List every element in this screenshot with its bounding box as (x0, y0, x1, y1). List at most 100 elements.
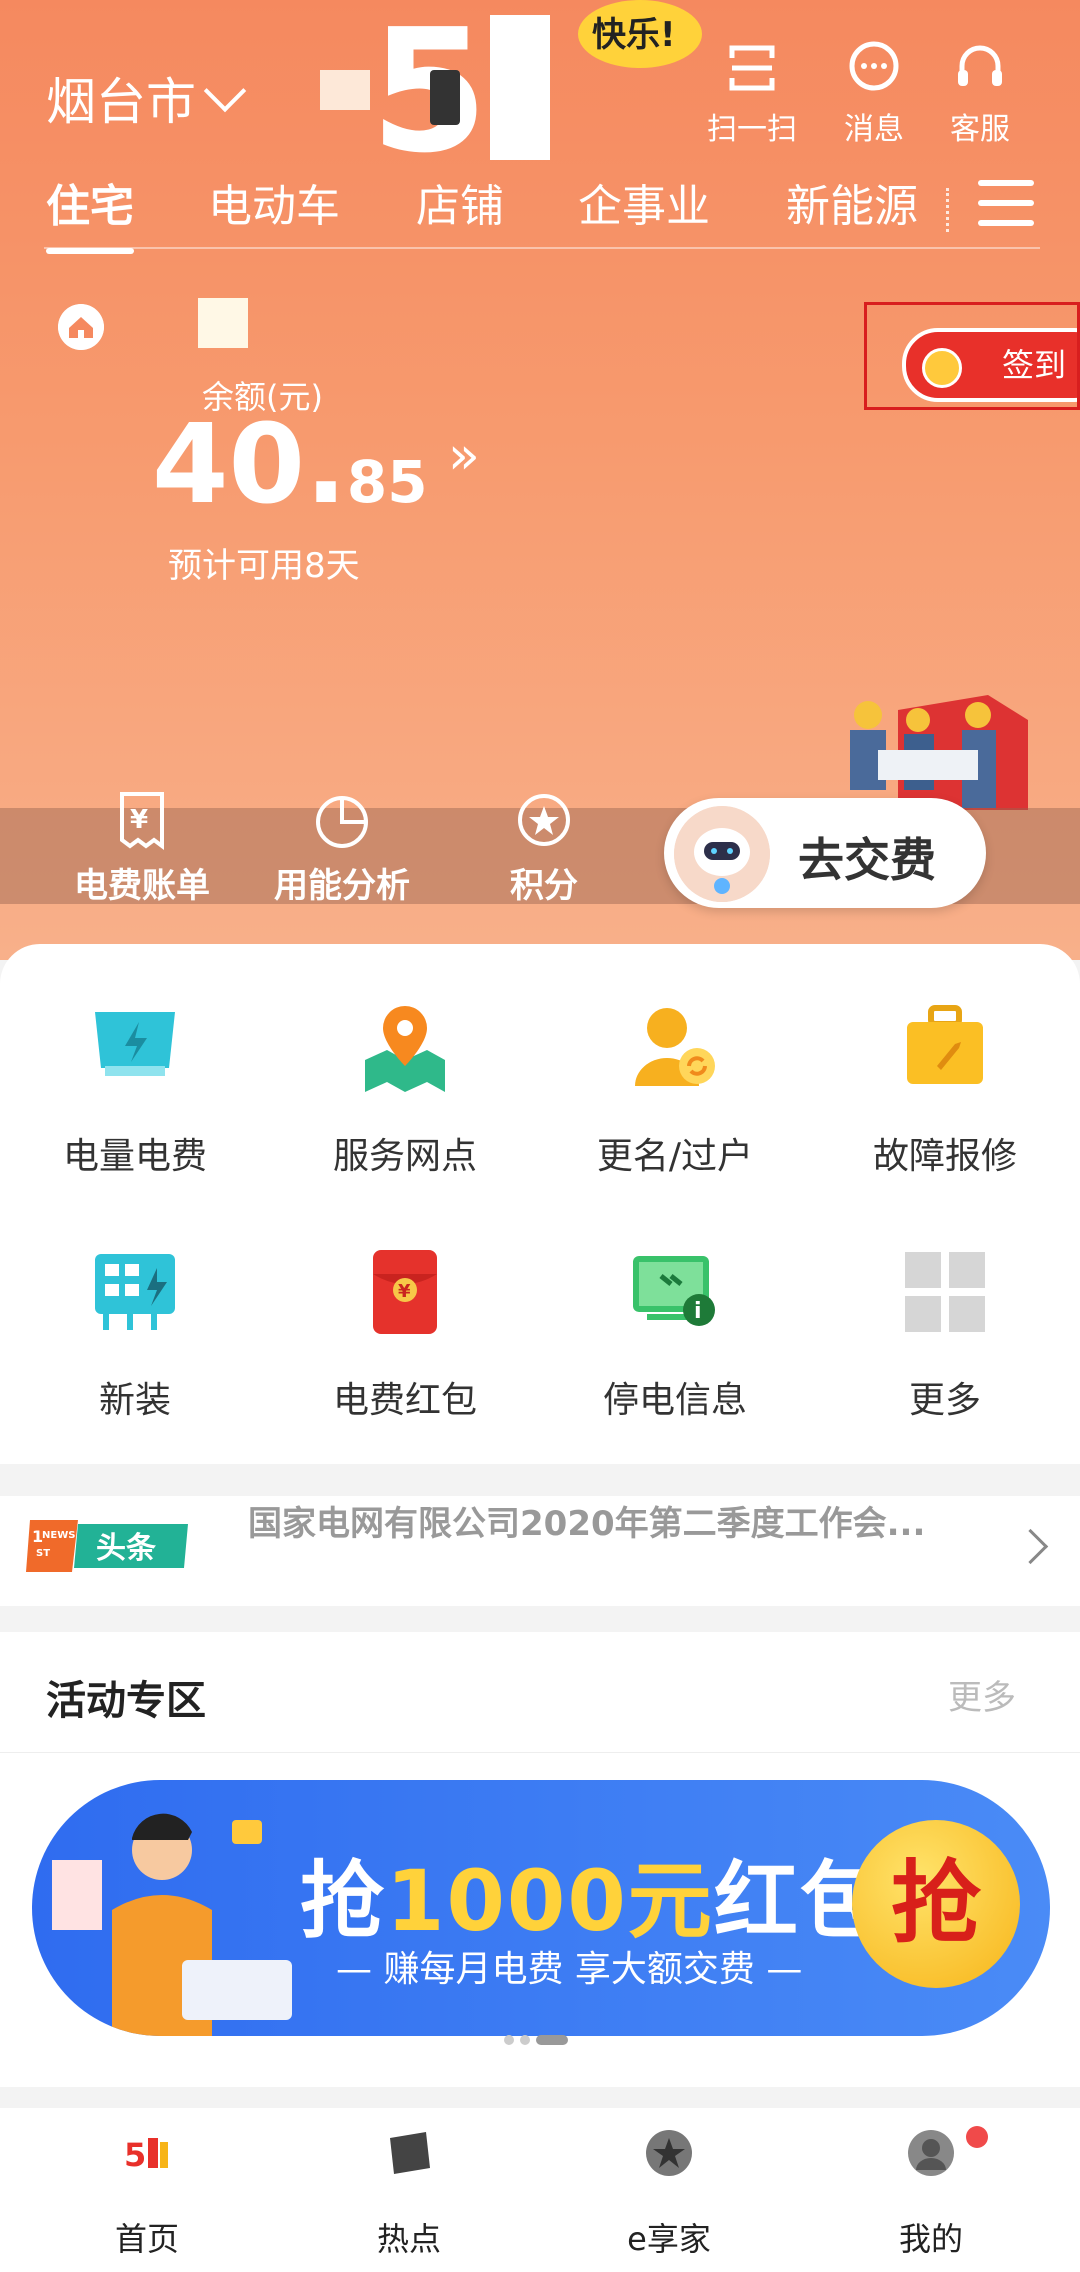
bottom-nav: 5 首页 热点 e享家 我的 (0, 2108, 1080, 2272)
service-outlets[interactable]: 服务网点 (270, 1000, 540, 1179)
svg-text:i: i (694, 1299, 702, 1324)
tabs-divider (44, 247, 1040, 249)
points-label: 积分 (510, 866, 578, 906)
nav-hot[interactable]: 热点 (334, 2128, 484, 2260)
scan-icon (729, 45, 775, 91)
service-outage-info[interactable]: i 停电信息 (540, 1244, 810, 1423)
chevron-right-icon[interactable] (1012, 1528, 1049, 1565)
svg-text:5: 5 (124, 2136, 146, 2174)
menu-icon[interactable] (978, 180, 1034, 240)
promo-title: 抢1000元红包 (300, 1852, 886, 1950)
headset-icon (958, 45, 1002, 86)
scan-button[interactable]: 扫一扫 (702, 40, 802, 148)
service-label: 故障报修 (872, 1136, 1017, 1177)
balance-integer: 40. (152, 400, 347, 528)
service-label: 电费红包 (332, 1380, 477, 1421)
message-icon (849, 41, 899, 91)
pay-label: 去交费 (798, 833, 936, 887)
section-title: 活动专区 (46, 1678, 206, 1724)
news-ticker[interactable]: 1 NEWS ST 头条 国家电网有限公司2020年第二季度工作会... (0, 1496, 1080, 1606)
new-install-icon (95, 1254, 175, 1330)
category-tabs: 住宅 电动车 店铺 企事业 新能源 (0, 170, 1080, 254)
account-avatar[interactable] (198, 298, 248, 348)
nav-ehome[interactable]: e享家 (594, 2128, 744, 2260)
nav-label: e享家 (627, 2220, 711, 2258)
service-label: 新装 (98, 1380, 171, 1421)
analysis-button[interactable]: 用能分析 (274, 790, 410, 907)
pay-button[interactable]: 去交费 (664, 798, 986, 908)
tab-enterprise[interactable]: 企事业 (578, 170, 710, 234)
home-icon[interactable] (58, 304, 104, 350)
grab-button[interactable]: 抢 (852, 1820, 1020, 1988)
section-divider (0, 1752, 1080, 1753)
customer-service-button[interactable]: 客服 (930, 40, 1030, 148)
svg-text:¥: ¥ (130, 805, 148, 835)
service-transfer[interactable]: 更名/过户 (540, 1000, 810, 1179)
svg-text:头条: 头条 (96, 1531, 156, 1566)
service-label: 停电信息 (602, 1380, 747, 1421)
labor-day-banner: 5 快乐! (320, 0, 702, 165)
red-envelope-icon: ¥ (373, 1250, 437, 1334)
outage-info-icon: i (633, 1256, 715, 1326)
service-electric-fee[interactable]: 电量电费 (0, 1000, 270, 1179)
service-red-envelope[interactable]: ¥ 电费红包 (270, 1244, 540, 1423)
carousel-dots (504, 2030, 574, 2049)
tab-separator (946, 188, 949, 232)
double-chevron-right-icon[interactable]: » (448, 426, 480, 486)
pie-chart-icon (316, 796, 368, 848)
star-icon (646, 2130, 692, 2176)
signin-highlight-box (864, 302, 1080, 410)
message-label: 消息 (844, 112, 904, 147)
tab-store[interactable]: 店铺 (416, 170, 504, 234)
nav-label: 热点 (376, 2220, 441, 2258)
tab-ev[interactable]: 电动车 (208, 170, 340, 234)
estimate-days: 预计可用8天 (168, 546, 360, 586)
electric-fee-icon (95, 1012, 175, 1076)
svg-text:¥: ¥ (398, 1281, 411, 1302)
service-label: 电量电费 (62, 1136, 207, 1177)
service-new-install[interactable]: 新装 (0, 1244, 270, 1423)
news-headline[interactable]: 国家电网有限公司2020年第二季度工作会... (248, 1496, 925, 1545)
more-link[interactable]: 更多 (948, 1670, 1016, 1719)
nav-label: 首页 (114, 2220, 179, 2258)
points-icon (518, 794, 570, 846)
avatar (908, 2130, 954, 2176)
promo-person-illustration (52, 1813, 292, 2036)
workers-illustration (850, 695, 1028, 810)
news-badge: 1 NEWS ST 头条 (26, 1520, 188, 1572)
service-label: 服务网点 (332, 1136, 477, 1177)
balance-amount[interactable]: 40.85 (152, 400, 428, 528)
analysis-label: 用能分析 (274, 866, 410, 906)
service-label: 更多 (908, 1380, 981, 1421)
balance-decimal: 85 (346, 448, 428, 516)
svg-text:5: 5 (370, 0, 488, 165)
map-pin-icon (365, 1006, 445, 1092)
bill-label: 电费账单 (74, 866, 210, 906)
city-selector[interactable]: 烟台市 (46, 62, 247, 134)
message-button[interactable]: 消息 (824, 40, 924, 148)
nav-home[interactable]: 5 首页 (72, 2128, 222, 2260)
service-more[interactable]: 更多 (810, 1244, 1080, 1423)
svg-text:ST: ST (36, 1548, 50, 1559)
points-button[interactable]: 积分 (510, 790, 578, 907)
robot-icon (674, 806, 770, 902)
tab-new-energy[interactable]: 新能源 (786, 170, 932, 234)
promo-banner[interactable]: 抢1000元红包 — 赚每月电费 享大额交费 — 抢 (32, 1780, 1050, 2036)
scan-label: 扫一扫 (707, 112, 797, 147)
banner-text: 快乐! (592, 15, 676, 55)
tab-residential[interactable]: 住宅 (46, 170, 134, 254)
bill-button[interactable]: ¥ 电费账单 (74, 790, 210, 907)
service-repair[interactable]: 故障报修 (810, 1000, 1080, 1179)
bill-icon: ¥ (120, 792, 164, 850)
promo-subtitle: — 赚每月电费 享大额交费 — (336, 1949, 803, 1990)
user-transfer-icon (635, 1008, 715, 1086)
service-label: 客服 (950, 112, 1010, 147)
hot-icon (390, 2132, 430, 2174)
svg-text:NEWS: NEWS (42, 1530, 75, 1541)
chevron-down-icon (203, 69, 247, 113)
hero-section: 烟台市 5 快乐! 扫一扫 消息 客服 住宅 电动车 店铺 企事业 新能源 余额… (0, 0, 1080, 960)
city-label: 烟台市 (46, 73, 196, 131)
nav-mine[interactable]: 我的 (856, 2128, 1006, 2260)
toolbox-icon (907, 1005, 983, 1084)
more-grid-icon (905, 1252, 985, 1332)
